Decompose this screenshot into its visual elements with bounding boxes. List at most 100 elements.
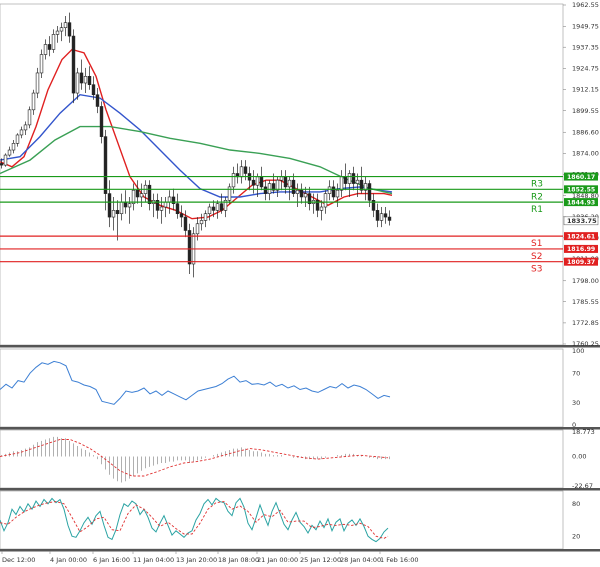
candle-body xyxy=(351,173,356,184)
level-badge-value: 1809.37 xyxy=(567,259,595,266)
candle-body xyxy=(11,143,16,151)
candle-body xyxy=(23,124,28,131)
rsi-tick-label: 100 xyxy=(572,347,584,355)
candle-body xyxy=(39,54,44,74)
current-price-label: 1833.75 xyxy=(567,217,597,225)
candle-body xyxy=(111,210,116,218)
price-tick-label: 1874.00 xyxy=(572,150,599,158)
level-label-s2: S2 xyxy=(531,252,542,262)
candle-body xyxy=(319,206,324,211)
candle-body xyxy=(203,213,208,221)
candle-body xyxy=(211,206,216,211)
price-tick-label: 1962.55 xyxy=(572,1,599,9)
price-tick-label: 1912.15 xyxy=(572,86,599,94)
candle-body xyxy=(187,230,192,265)
price-tick-label: 1924.75 xyxy=(572,65,599,73)
time-tick-label: 28 Jan 04:00 xyxy=(340,556,381,564)
candle-body xyxy=(167,196,172,203)
candle-body xyxy=(331,186,336,198)
candle-body xyxy=(79,72,84,84)
candle-body xyxy=(87,76,92,85)
candle-body xyxy=(135,189,140,198)
candle-body xyxy=(163,201,168,208)
candle-body xyxy=(147,184,152,204)
time-tick-label: 1 Feb 16:00 xyxy=(380,556,419,564)
candle-body xyxy=(71,35,76,94)
level-label-s1: S1 xyxy=(531,239,542,249)
candle-body xyxy=(379,213,384,221)
candle-body xyxy=(7,149,12,156)
candle-body xyxy=(339,176,344,191)
time-tick-label: 18 Jan 08:00 xyxy=(218,556,259,564)
candle-body xyxy=(3,154,8,166)
candle-body xyxy=(103,136,108,194)
panel-separator xyxy=(0,427,600,430)
candle-body xyxy=(251,179,256,186)
candle-body xyxy=(267,183,272,194)
trading-chart: 1962.55 1949.75 1937.35 1924.75 1912.15 1899.… xyxy=(0,0,600,567)
candle-body xyxy=(195,223,200,235)
candle-body xyxy=(123,201,128,208)
candle-body xyxy=(255,176,260,186)
candle-body xyxy=(367,183,372,201)
candle-body xyxy=(283,176,288,188)
time-tick-label: 21 Jan 00:00 xyxy=(257,556,298,564)
candle-body xyxy=(67,22,72,37)
candle-body xyxy=(291,179,296,194)
candle-body xyxy=(83,76,88,84)
level-badge-value: 1860.17 xyxy=(567,174,595,181)
candle-body xyxy=(27,109,32,126)
candle-body xyxy=(215,203,220,211)
time-tick-label: Dec 12:00 xyxy=(2,556,35,564)
macd-tick-label: 18.773 xyxy=(572,428,595,436)
price-tick-label: 1772.85 xyxy=(572,319,599,327)
candle-body xyxy=(63,22,68,29)
candle-body xyxy=(239,166,244,178)
candle-body xyxy=(47,44,52,50)
candle-body xyxy=(323,193,328,208)
candle-body xyxy=(175,203,180,215)
level-badge-value: 1852.55 xyxy=(567,187,595,194)
rsi-tick-label: 30 xyxy=(572,399,580,407)
candle-body xyxy=(207,206,212,215)
candle-body xyxy=(15,134,20,144)
level-label-r3: R3 xyxy=(531,180,543,190)
candle-body xyxy=(231,173,236,188)
rsi-tick-label: 70 xyxy=(572,369,580,377)
candle-body xyxy=(139,193,144,198)
candle-body xyxy=(59,27,64,32)
level-badge-value: 1844.93 xyxy=(567,199,595,206)
candle-body xyxy=(19,129,24,136)
candle-body xyxy=(375,210,380,221)
candle-body xyxy=(263,186,268,194)
chart-root: 1962.55 1949.75 1937.35 1924.75 1912.15 1899.… xyxy=(0,0,600,567)
candle-body xyxy=(387,216,392,221)
candle-body xyxy=(159,206,164,211)
candle-body xyxy=(335,189,340,198)
macd-tick-label: 0.00 xyxy=(572,453,586,461)
candle-body xyxy=(347,173,352,184)
candle-body xyxy=(219,203,224,211)
candle-body xyxy=(43,44,48,55)
candle-body xyxy=(35,72,40,94)
time-tick-label: 13 Jan 20:00 xyxy=(176,556,217,564)
candle-body xyxy=(51,34,56,50)
time-tick-label: 6 Jan 16:00 xyxy=(93,556,130,564)
level-badge-value: 1816.99 xyxy=(567,246,595,253)
level-label-s3: S3 xyxy=(531,265,542,275)
candle-body xyxy=(115,210,120,215)
price-tick-label: 1785.55 xyxy=(572,298,599,306)
stochastic-tick-label: 20 xyxy=(572,532,580,540)
candle-body xyxy=(127,203,132,208)
time-tick-label: 11 Jan 04:00 xyxy=(133,556,174,564)
level-label-r2: R2 xyxy=(531,192,543,202)
candle-body xyxy=(179,213,184,218)
candle-body xyxy=(199,220,204,225)
level-badge-value: 1824.61 xyxy=(567,233,595,240)
price-tick-label: 1949.75 xyxy=(572,23,599,31)
candle-body xyxy=(31,92,36,111)
candle-body xyxy=(183,216,188,231)
macd-tick-label: -22.67 xyxy=(572,482,593,490)
candle-body xyxy=(287,179,292,188)
price-tick-label: 1798.00 xyxy=(572,277,599,285)
